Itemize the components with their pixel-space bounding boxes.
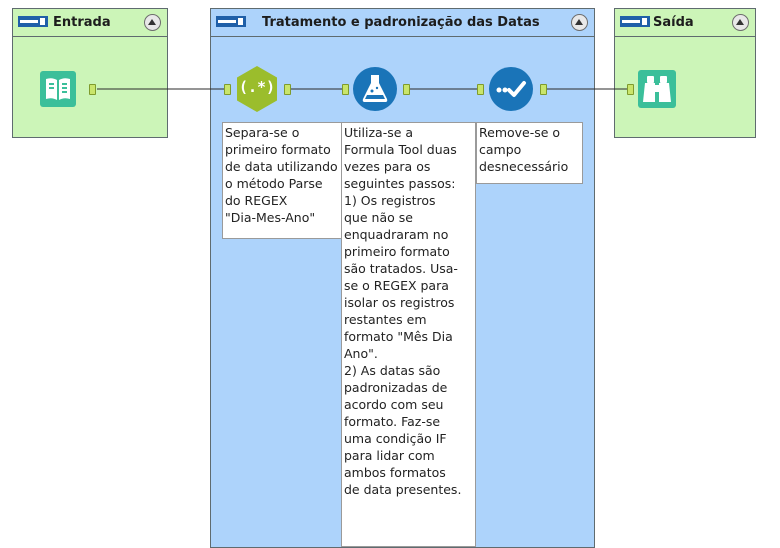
input-tool[interactable] bbox=[40, 67, 96, 111]
select-tool[interactable] bbox=[477, 65, 549, 113]
output-anchor[interactable] bbox=[540, 84, 547, 95]
output-anchor[interactable] bbox=[284, 84, 291, 95]
input-anchor[interactable] bbox=[224, 84, 231, 95]
comment-formula[interactable]: Utiliza-se a Formula Tool duas vezes par… bbox=[341, 122, 476, 547]
input-anchor[interactable] bbox=[477, 84, 484, 95]
flask-icon bbox=[353, 67, 397, 111]
output-anchor[interactable] bbox=[89, 84, 96, 95]
browse-tool[interactable] bbox=[627, 65, 691, 113]
output-anchor[interactable] bbox=[403, 84, 410, 95]
comment-regex[interactable]: Separa-se o primeiro formato de data uti… bbox=[222, 122, 343, 239]
binoculars-icon bbox=[638, 70, 676, 108]
input-anchor[interactable] bbox=[627, 84, 634, 95]
comment-select[interactable]: Remove-se o campo desnecessário bbox=[476, 122, 583, 184]
book-icon bbox=[40, 71, 76, 107]
regex-label: (.*) bbox=[238, 78, 276, 96]
formula-tool[interactable] bbox=[342, 65, 412, 113]
checkmark-icon bbox=[489, 67, 533, 111]
regex-tool[interactable]: (.*) bbox=[224, 65, 294, 113]
input-anchor[interactable] bbox=[342, 84, 349, 95]
